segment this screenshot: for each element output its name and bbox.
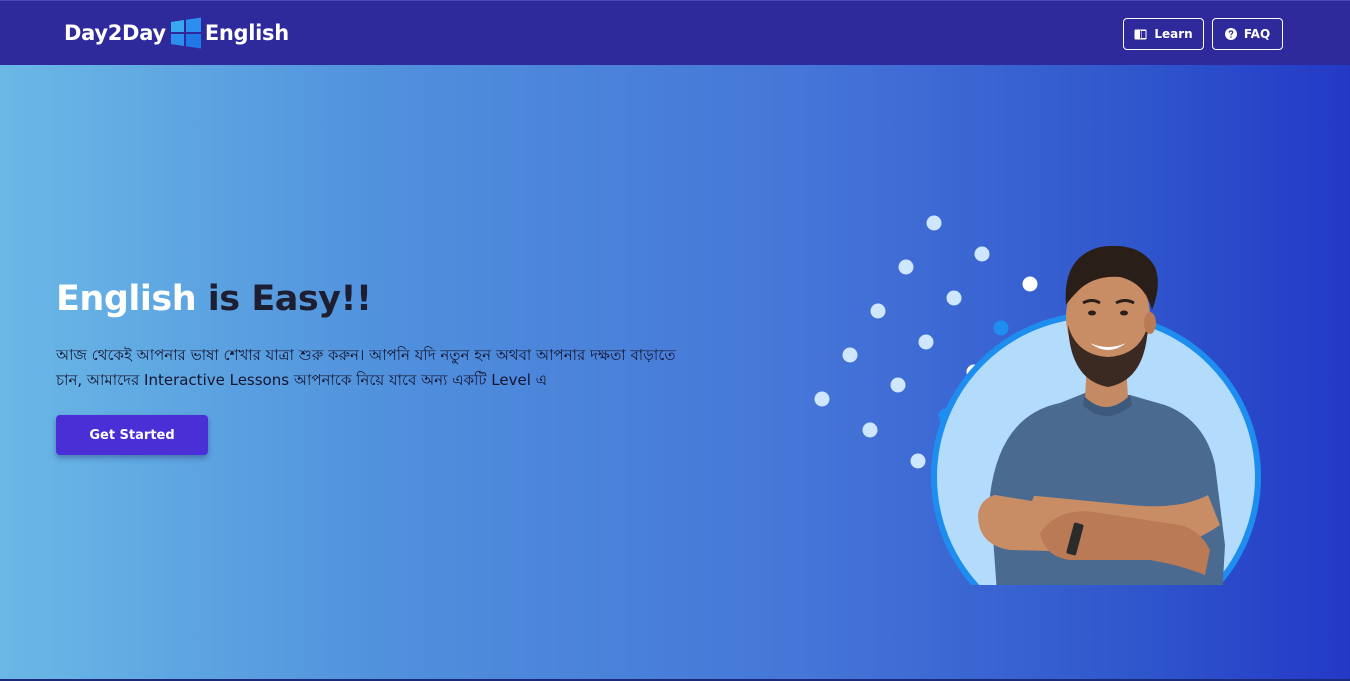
hero-title-highlight: English: [56, 279, 197, 319]
hero-title: English is Easy!!: [56, 277, 372, 321]
learn-button[interactable]: Learn: [1123, 18, 1204, 50]
hero-description: আজ থেকেই আপনার ভাষা শেখার যাত্রা শুরু কর…: [56, 346, 676, 389]
learn-button-label: Learn: [1154, 27, 1193, 41]
top-navbar: Day2Day English Learn FAQ: [0, 0, 1350, 65]
hero-title-rest: is Easy!!: [196, 279, 372, 319]
windows-tiles-icon: [170, 17, 201, 49]
get-started-button[interactable]: Get Started: [56, 415, 208, 455]
book-icon: [1134, 29, 1147, 39]
brand-name-left: Day2Day: [64, 21, 166, 45]
brand-logo[interactable]: Day2Day English: [64, 17, 289, 49]
brand-name-right: English: [204, 21, 289, 45]
hero-section: English is Easy!! আজ থেকেই আপনার ভাষা শে…: [0, 65, 1350, 681]
faq-button[interactable]: FAQ: [1212, 18, 1283, 50]
question-circle-icon: [1224, 28, 1237, 40]
faq-button-label: FAQ: [1243, 27, 1271, 41]
hero-illustration: [814, 215, 1261, 585]
